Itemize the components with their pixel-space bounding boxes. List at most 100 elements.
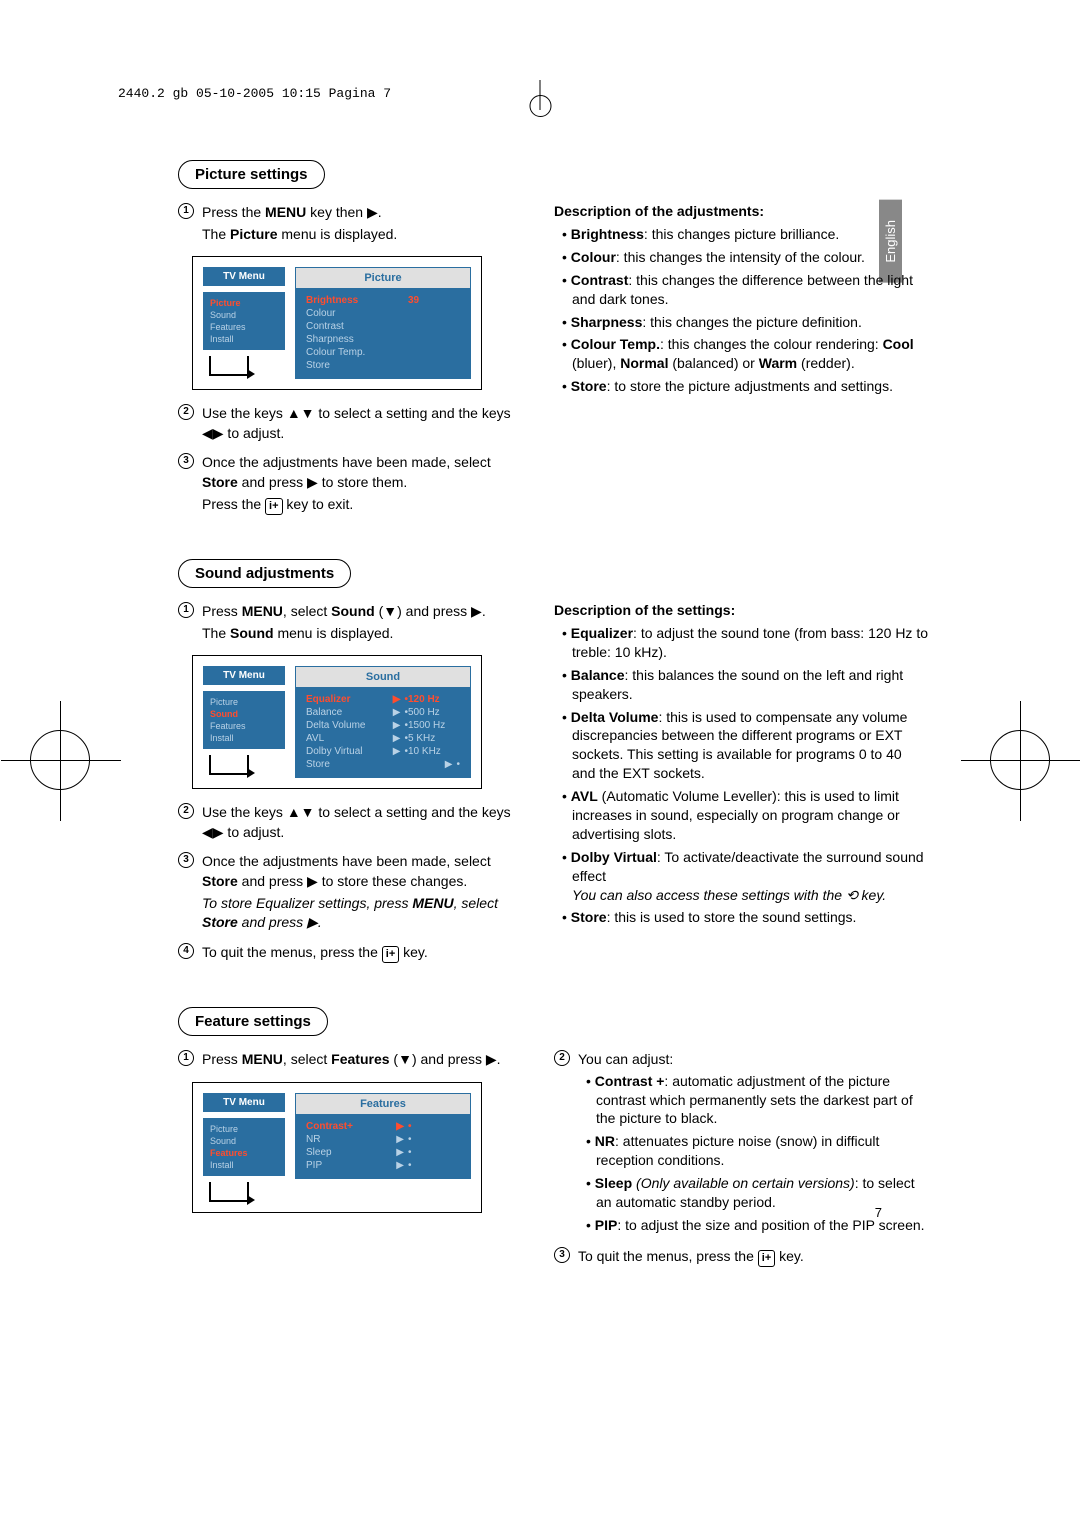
text: To quit the menus, press the	[202, 944, 382, 960]
tv-submenu-title: Features	[296, 1094, 470, 1114]
text: key to exit.	[283, 496, 354, 512]
text: Press	[202, 603, 242, 619]
row-nr: NR	[306, 1134, 392, 1145]
key-info-icon: i+	[382, 946, 399, 963]
text: Press the	[202, 204, 265, 220]
tv-submenu-body: Brightness39 Colour Contrast Sharpness C…	[296, 288, 470, 378]
menu-item-sound: Sound	[204, 309, 284, 321]
text: (▼) and press ▶.	[375, 603, 486, 619]
tv-menu-picture: TV Menu Picture Sound Features Install P…	[192, 256, 482, 390]
step-number-2-icon: 2	[554, 1050, 570, 1066]
menu-item-install: Install	[204, 732, 284, 744]
feature-step-2: 2 You can adjust: Contrast +: automatic …	[554, 1050, 928, 1239]
text: Use the keys ▲▼ to select a setting and …	[202, 803, 518, 842]
desc-nr-key: NR	[595, 1133, 615, 1149]
menu-item-features: Features	[204, 720, 284, 732]
row-brightness: Brightness	[306, 295, 408, 306]
text: Use the keys ▲▼ to select a setting and …	[202, 404, 518, 443]
desc-pip-key: PIP	[595, 1217, 618, 1233]
step-number-1-icon: 1	[178, 602, 194, 618]
section-picture-settings: Picture settings 1 Press the MENU key th…	[178, 160, 928, 525]
picture-step-1: 1 Press the MENU key then ▶. The Picture…	[178, 203, 518, 246]
sound-step-4: 4 To quit the menus, press the i+ key.	[178, 943, 518, 965]
text: , select	[283, 603, 331, 619]
step-number-2-icon: 2	[178, 404, 194, 420]
text: key.	[858, 887, 887, 903]
picture-desc-title: Description of the adjustments:	[554, 203, 928, 219]
row-contrast-plus: Contrast+	[306, 1121, 392, 1132]
desc-sharpness-key: Sharpness	[571, 314, 643, 330]
triangle-icon: ▶	[396, 1147, 404, 1158]
val: •	[408, 1147, 460, 1158]
text: and press ▶ to store these changes.	[238, 873, 467, 889]
text: : this changes the colour rendering:	[660, 336, 883, 352]
desc-contrast-plus-key: Contrast +	[595, 1073, 665, 1089]
text: key then ▶.	[306, 204, 381, 220]
row-sleep: Sleep	[306, 1147, 392, 1158]
triangle-icon: ▶	[393, 694, 401, 705]
tv-submenu-body: Contrast+▶• NR▶• Sleep▶• PIP▶•	[296, 1114, 470, 1178]
tv-menu-header: TV Menu	[203, 666, 285, 685]
triangle-icon: ▶	[393, 746, 401, 757]
text: The	[202, 226, 230, 242]
feature-step-1: 1 Press MENU, select Features (▼) and pr…	[178, 1050, 518, 1072]
menu-item-picture: Picture	[204, 1123, 284, 1135]
tv-menu-left-list: Picture Sound Features Install	[203, 691, 285, 749]
step-number-4-icon: 4	[178, 943, 194, 959]
desc-dvirt-key: Dolby Virtual	[571, 849, 657, 865]
desc-brightness-key: Brightness	[571, 226, 644, 242]
triangle-icon: ▶	[445, 759, 453, 770]
text: and press ▶ to store them.	[238, 474, 408, 490]
tv-menu-sound: TV Menu Picture Sound Features Install S…	[192, 655, 482, 789]
tv-menu-left-list: Picture Sound Features Install	[203, 1118, 285, 1176]
text-warm: Warm	[759, 355, 797, 371]
section-sound-adjustments: Sound adjustments 1 Press MENU, select S…	[178, 559, 928, 973]
triangle-icon: ▶	[393, 707, 401, 718]
row-dolby-virtual: Dolby Virtual	[306, 746, 389, 757]
desc-dv-key: Delta Volume	[571, 709, 659, 725]
desc-store-val: : to store the picture adjustments and s…	[607, 378, 893, 394]
row-contrast: Contrast	[306, 321, 460, 332]
heading-picture-settings: Picture settings	[178, 160, 325, 189]
text: To store Equalizer settings, press	[202, 895, 412, 911]
row-brightness-value: 39	[408, 295, 460, 306]
row-delta-volume: Delta Volume	[306, 720, 389, 731]
step-number-3-icon: 3	[178, 852, 194, 868]
crop-mark-right	[990, 730, 1050, 790]
key-info-icon: i+	[265, 498, 282, 515]
val: •	[408, 1160, 460, 1171]
desc-store-key: Store	[571, 378, 607, 394]
desc-avl-val: (Automatic Volume Leveller): this is use…	[572, 788, 900, 842]
desc-brightness-val: : this changes picture brilliance.	[644, 226, 839, 242]
text: , select	[454, 895, 498, 911]
desc-ct-key: Colour Temp.	[571, 336, 660, 352]
menu-item-features: Features	[204, 1147, 284, 1159]
row-avl: AVL	[306, 733, 389, 744]
key-menu: MENU	[242, 603, 283, 619]
triangle-icon: ▶	[393, 720, 401, 731]
text: The	[202, 625, 230, 641]
row-sharpness: Sharpness	[306, 334, 460, 345]
text-store: Store	[202, 873, 238, 889]
menu-item-install: Install	[204, 333, 284, 345]
sound-step-3: 3 Once the adjustments have been made, s…	[178, 852, 518, 934]
tv-submenu-title: Sound	[296, 667, 470, 687]
sound-step-1: 1 Press MENU, select Sound (▼) and press…	[178, 602, 518, 645]
text: and press ▶.	[238, 914, 322, 930]
sound-desc-title: Description of the settings:	[554, 602, 928, 618]
heading-feature-settings: Feature settings	[178, 1007, 328, 1036]
menu-item-picture: Picture	[204, 297, 284, 309]
step-number-3-icon: 3	[554, 1247, 570, 1263]
step-number-2-icon: 2	[178, 803, 194, 819]
text: key.	[399, 944, 428, 960]
tv-submenu-body: Equalizer▶•120 Hz Balance▶•500 Hz Delta …	[296, 687, 470, 777]
picture-step-2: 2 Use the keys ▲▼ to select a setting an…	[178, 404, 518, 445]
text-store: Store	[202, 914, 238, 930]
row-balance: Balance	[306, 707, 389, 718]
triangle-icon: ▶	[393, 733, 401, 744]
val: •	[408, 1121, 460, 1132]
text: (bluer),	[572, 355, 620, 371]
menu-arrow-icon	[209, 356, 249, 376]
sound-step-2: 2 Use the keys ▲▼ to select a setting an…	[178, 803, 518, 844]
tv-menu-header: TV Menu	[203, 267, 285, 286]
